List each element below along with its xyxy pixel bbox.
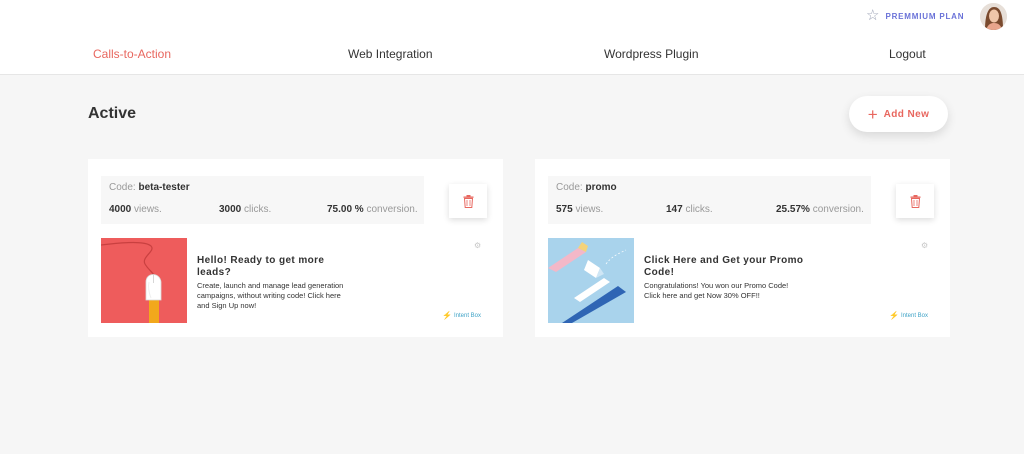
avatar[interactable] <box>980 3 1007 30</box>
add-new-button[interactable]: + Add New <box>849 96 948 132</box>
nav-calls-to-action[interactable]: Calls-to-Action <box>93 47 171 61</box>
cta-title: Hello! Ready to get more leads? <box>197 255 325 278</box>
code-value: beta-tester <box>138 182 190 193</box>
premium-plan[interactable]: ☆ PREMMIUM PLAN <box>866 8 964 24</box>
views-count: 4000 <box>109 204 132 215</box>
cta-card: Code: promo 575 views. 147 clicks. 25.57… <box>535 159 950 337</box>
cta-thumbnail <box>101 238 187 323</box>
clicks-count: 3000 <box>219 204 242 215</box>
star-icon: ☆ <box>866 7 880 24</box>
code-label: Code: <box>109 182 136 193</box>
stats-panel: Code: promo 575 views. 147 clicks. 25.57… <box>548 176 871 224</box>
views-label: views. <box>575 204 604 215</box>
plus-icon: + <box>867 104 878 124</box>
plan-label: PREMMIUM PLAN <box>885 11 965 21</box>
views-stat: 575 views. <box>556 204 603 215</box>
code-line: Code: beta-tester <box>109 182 190 193</box>
conversion-value: 75.00 % <box>327 204 364 215</box>
cta-description: Create, launch and manage lead generatio… <box>197 281 344 310</box>
nav-web-integration[interactable]: Web Integration <box>348 47 433 61</box>
views-label: views. <box>134 204 162 215</box>
clicks-label: clicks. <box>685 204 713 215</box>
conversion-stat: 75.00 % conversion. <box>327 204 418 215</box>
cta-title: Click Here and Get your Promo Code! <box>644 255 804 278</box>
code-value: promo <box>585 182 617 193</box>
clicks-count: 147 <box>666 204 683 215</box>
bolt-icon: ⚡ <box>889 311 899 320</box>
views-stat: 4000 views. <box>109 204 162 215</box>
trash-icon <box>463 194 473 208</box>
conversion-label: conversion. <box>366 204 418 215</box>
gear-icon[interactable]: ⚙ <box>921 241 928 250</box>
add-new-label: Add New <box>883 108 930 120</box>
type-label: Intent Box <box>900 313 928 319</box>
clicks-stat: 3000 clicks. <box>219 204 271 215</box>
clicks-label: clicks. <box>244 204 272 215</box>
type-label: Intent Box <box>453 313 481 319</box>
views-count: 575 <box>556 204 573 215</box>
stats-panel: Code: beta-tester 4000 views. 3000 click… <box>101 176 424 224</box>
nav-logout[interactable]: Logout <box>889 47 926 61</box>
delete-button[interactable] <box>896 184 934 218</box>
bolt-icon: ⚡ <box>442 311 452 320</box>
cta-card: Code: beta-tester 4000 views. 3000 click… <box>88 159 503 337</box>
gear-icon[interactable]: ⚙ <box>474 241 481 250</box>
conversion-label: conversion. <box>812 204 864 215</box>
intent-box-label[interactable]: ⚡ Intent Box <box>442 312 481 320</box>
delete-button[interactable] <box>449 184 487 218</box>
intent-box-label[interactable]: ⚡ Intent Box <box>889 312 928 320</box>
cta-description: Congratulations! You won our Promo Code!… <box>644 281 789 300</box>
code-label: Code: <box>556 182 583 193</box>
page-title: Active <box>88 105 137 122</box>
trash-icon <box>910 194 920 208</box>
conversion-value: 25.57% <box>776 204 810 215</box>
nav-wordpress-plugin[interactable]: Wordpress Plugin <box>604 47 699 61</box>
top-bar: ☆ PREMMIUM PLAN Calls-to-Action Web Inte… <box>0 0 1024 75</box>
cta-thumbnail <box>548 238 634 323</box>
code-line: Code: promo <box>556 182 617 193</box>
conversion-stat: 25.57% conversion. <box>776 204 864 215</box>
clicks-stat: 147 clicks. <box>666 204 713 215</box>
